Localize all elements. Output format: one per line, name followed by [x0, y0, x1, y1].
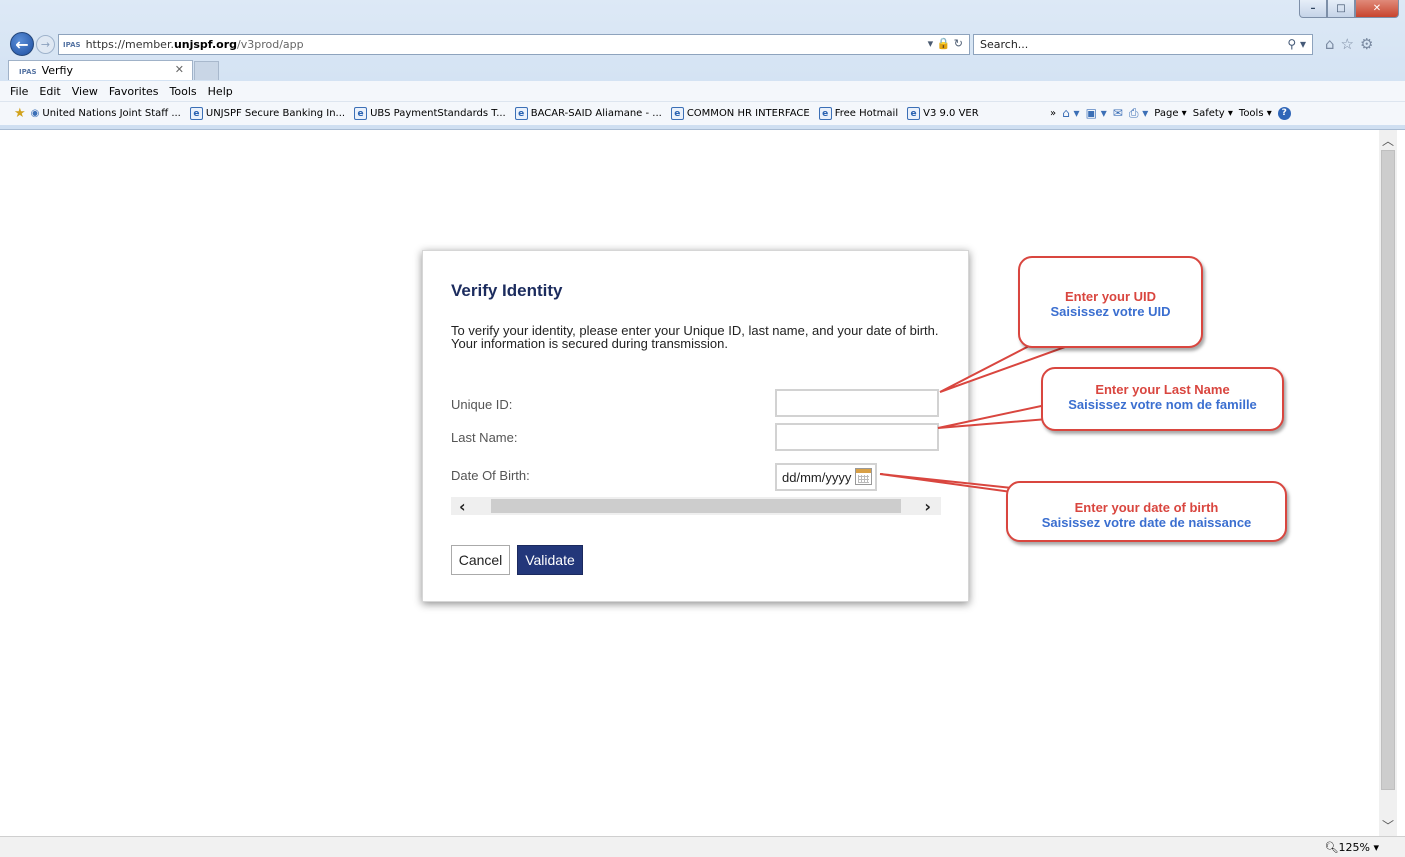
- horizontal-scroll-thumb[interactable]: [491, 499, 901, 513]
- globe-icon: ◉: [30, 108, 40, 119]
- menu-file[interactable]: File: [10, 85, 28, 98]
- url-prefix: https://member.: [85, 38, 174, 51]
- command-bar: » ⌂ ▾ ▣ ▾ ✉ ⎙ ▾ Page ▾ Safety ▾ Tools ▾ …: [1050, 101, 1291, 125]
- home-icon[interactable]: ⌂ ▾: [1062, 106, 1079, 120]
- favorite-item[interactable]: e BACAR-SAID Aliamane - ...: [514, 107, 662, 120]
- menu-view[interactable]: View: [72, 85, 98, 98]
- close-window-button[interactable]: ✕: [1355, 0, 1399, 18]
- tab-favicon-icon: IPAS: [19, 68, 37, 76]
- close-tab-icon[interactable]: ✕: [175, 63, 184, 76]
- favorites-star-icon[interactable]: ★: [14, 106, 26, 121]
- dialog-title: Verify Identity: [451, 281, 563, 300]
- site-badge-icon: IPAS: [63, 40, 81, 49]
- scroll-up-icon[interactable]: ︿: [1382, 132, 1394, 149]
- address-bar[interactable]: IPAS https://member. unjspf.org/v3prod/ap…: [58, 34, 970, 55]
- favorite-item[interactable]: e Free Hotmail: [818, 107, 898, 120]
- favorite-item[interactable]: e COMMON HR INTERFACE: [670, 107, 810, 120]
- status-bar: 🔍︎125% ▾: [0, 836, 1405, 857]
- tab-title: Verfiy: [41, 64, 73, 77]
- ie-page-icon: e: [907, 107, 921, 120]
- favorite-item[interactable]: e UNJSPF Secure Banking In...: [189, 107, 345, 120]
- scroll-down-icon[interactable]: ﹀: [1382, 817, 1394, 834]
- lock-refresh-icon[interactable]: ▾ 🔒 ↻: [928, 37, 963, 50]
- unique-id-label: Unique ID:: [451, 397, 513, 412]
- zoom-icon: 🔍︎: [1324, 841, 1339, 854]
- print-icon[interactable]: ⎙ ▾: [1129, 106, 1148, 121]
- calendar-icon[interactable]: [855, 468, 872, 485]
- menu-bar: File Edit View Favorites Tools Help: [0, 81, 1405, 101]
- menu-help[interactable]: Help: [208, 85, 233, 98]
- home-favorites-settings-icons[interactable]: ⌂☆⚙: [1325, 35, 1379, 53]
- zoom-control[interactable]: 🔍︎125% ▾: [1325, 841, 1379, 854]
- scroll-thumb[interactable]: [1381, 150, 1395, 790]
- maximize-button[interactable]: □: [1327, 0, 1355, 18]
- tab-verfiy[interactable]: IPAS Verfiy ✕: [8, 60, 193, 80]
- dialog-description: To verify your identity, please enter yo…: [451, 323, 939, 351]
- verify-identity-dialog: Verify Identity To verify your identity,…: [422, 250, 969, 602]
- window-controls: – □ ✕: [1299, 0, 1399, 18]
- last-name-label: Last Name:: [451, 430, 518, 445]
- uid-callout-en: Enter your UID: [1064, 289, 1156, 304]
- minimize-button[interactable]: –: [1299, 0, 1327, 18]
- dob-value: dd/mm/yyyy: [782, 470, 852, 485]
- uid-callout: Enter your UID Saisissez votre UID: [1018, 256, 1203, 348]
- favorite-item[interactable]: ◉ United Nations Joint Staff ...: [31, 108, 181, 119]
- search-icon[interactable]: ⚲ ▾: [1287, 37, 1306, 51]
- url-path: /v3prod/app: [237, 38, 304, 51]
- uid-callout-fr: Saisissez votre UID: [1050, 304, 1171, 319]
- forward-button[interactable]: →: [36, 35, 55, 54]
- url-host: unjspf.org: [173, 38, 238, 51]
- ie-page-icon: e: [354, 107, 368, 120]
- lastname-callout-en: Enter your Last Name: [1095, 382, 1230, 397]
- search-placeholder: Search...: [980, 38, 1029, 51]
- menu-edit[interactable]: Edit: [39, 85, 60, 98]
- help-icon[interactable]: ?: [1277, 106, 1291, 120]
- dob-callout-en: Enter your date of birth: [1074, 500, 1219, 515]
- dob-callout-fr: Saisissez votre date de naissance: [1041, 515, 1252, 530]
- scroll-left-icon[interactable]: ‹: [459, 497, 466, 516]
- tools-menu[interactable]: Tools ▾: [1239, 108, 1272, 119]
- dob-label: Date Of Birth:: [451, 468, 530, 483]
- ie-page-icon: e: [670, 107, 684, 120]
- ie-page-icon: e: [514, 107, 528, 120]
- menu-favorites[interactable]: Favorites: [109, 85, 159, 98]
- back-button[interactable]: ←: [10, 32, 34, 56]
- dob-callout: Enter your date of birth Saisissez votre…: [1006, 481, 1287, 542]
- lastname-callout: Enter your Last Name Saisissez votre nom…: [1041, 367, 1284, 431]
- ie-page-icon: e: [818, 107, 832, 120]
- feeds-icon[interactable]: ▣ ▾: [1086, 106, 1107, 120]
- validate-button[interactable]: Validate: [517, 545, 583, 575]
- lastname-callout-fr: Saisissez votre nom de famille: [1068, 397, 1257, 412]
- menu-tools[interactable]: Tools: [170, 85, 197, 98]
- favorite-item[interactable]: e V3 9.0 VER: [907, 107, 979, 120]
- mail-icon[interactable]: ✉: [1113, 106, 1123, 120]
- browser-chrome: – □ ✕ ← → IPAS https://member. unjspf.org…: [0, 0, 1405, 130]
- dob-input[interactable]: dd/mm/yyyy: [775, 463, 877, 491]
- search-box[interactable]: Search... ⚲ ▾: [973, 34, 1313, 55]
- chevron-more-icon[interactable]: »: [1050, 108, 1056, 119]
- horizontal-scrollbar[interactable]: ‹ ›: [451, 497, 941, 516]
- safety-menu[interactable]: Safety ▾: [1193, 108, 1233, 119]
- vertical-scrollbar[interactable]: ︿ ﹀: [1379, 130, 1397, 836]
- ie-page-icon: e: [189, 107, 203, 120]
- new-tab-button[interactable]: [194, 61, 219, 80]
- favorite-item[interactable]: e UBS PaymentStandards T...: [354, 107, 506, 120]
- unique-id-input[interactable]: [775, 389, 939, 417]
- zoom-level: 125%: [1338, 841, 1370, 854]
- scroll-right-icon[interactable]: ›: [924, 497, 931, 516]
- last-name-input[interactable]: [775, 423, 939, 451]
- page-menu[interactable]: Page ▾: [1154, 108, 1186, 119]
- cancel-button[interactable]: Cancel: [451, 545, 510, 575]
